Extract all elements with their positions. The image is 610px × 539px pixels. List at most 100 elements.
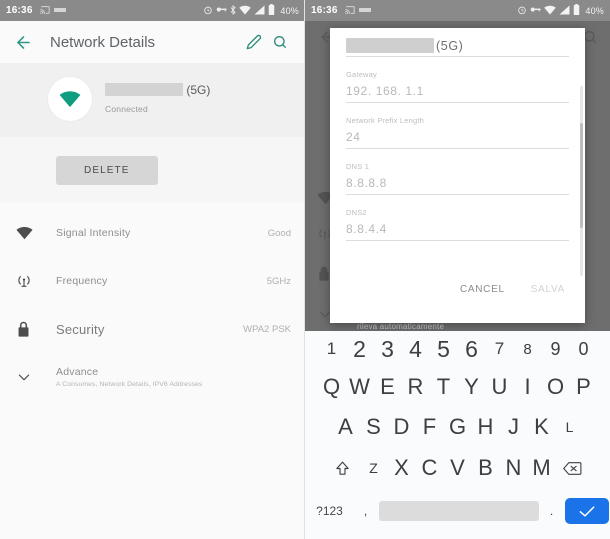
shift-icon[interactable] bbox=[326, 460, 360, 477]
page-title: Network Details bbox=[50, 33, 156, 51]
status-right-icons: 40% bbox=[517, 4, 604, 17]
row-label: Advance bbox=[56, 366, 99, 378]
key-5[interactable]: 5 bbox=[430, 336, 458, 363]
key-0[interactable]: 0 bbox=[570, 339, 598, 360]
delete-button[interactable]: DELETE bbox=[56, 155, 158, 185]
field-value[interactable]: 192. 168. 1.1 bbox=[346, 84, 569, 103]
key-6[interactable]: 6 bbox=[458, 336, 486, 363]
key-h[interactable]: H bbox=[472, 414, 500, 440]
row-label: Security bbox=[56, 321, 105, 337]
key-7[interactable]: 7 bbox=[486, 339, 514, 359]
key-3[interactable]: 3 bbox=[374, 336, 402, 363]
cancel-button[interactable]: CANCEL bbox=[450, 278, 515, 301]
row-text: Frequency bbox=[56, 275, 267, 287]
battery-icon bbox=[268, 4, 275, 17]
key-u[interactable]: U bbox=[486, 374, 514, 400]
field-label: Gateway bbox=[346, 70, 377, 79]
bluetooth-icon bbox=[230, 4, 237, 17]
space-key[interactable] bbox=[378, 501, 539, 521]
alarm-icon bbox=[517, 5, 527, 17]
field-value[interactable]: 8.8.4.4 bbox=[346, 222, 569, 241]
key-x[interactable]: X bbox=[388, 455, 416, 481]
key-2[interactable]: 2 bbox=[346, 336, 374, 363]
row-value: 5GHz bbox=[266, 275, 291, 287]
pencil-icon[interactable] bbox=[241, 29, 267, 55]
key-p[interactable]: P bbox=[570, 374, 598, 400]
key-k[interactable]: K bbox=[528, 414, 556, 440]
details-list: Signal Intensity Good Frequency 5GHz Sec… bbox=[0, 203, 305, 401]
key-z[interactable]: Z bbox=[360, 460, 388, 476]
check-icon[interactable] bbox=[564, 498, 609, 524]
key-t[interactable]: T bbox=[430, 374, 458, 400]
key-d[interactable]: D bbox=[388, 414, 416, 440]
right-phone-panel: 16:36 40% rileva automaticamente (5G) Ga… bbox=[305, 0, 610, 539]
key-r[interactable]: R bbox=[402, 374, 430, 400]
network-hero: (5G) Connected bbox=[0, 63, 305, 137]
list-item-frequency[interactable]: Frequency 5GHz bbox=[0, 257, 305, 305]
save-button[interactable]: SALVA bbox=[521, 278, 575, 301]
field-dns1[interactable]: DNS 1 8.8.8.8 bbox=[346, 162, 569, 195]
list-item-security[interactable]: Security WPA2 PSK bbox=[0, 305, 305, 353]
key-y[interactable]: Y bbox=[458, 374, 486, 400]
key-1[interactable]: 1 bbox=[318, 339, 346, 359]
list-item-advance[interactable]: Advance A Consumes, Network Details, IPV… bbox=[0, 353, 305, 401]
backspace-icon[interactable] bbox=[556, 461, 590, 476]
key-i[interactable]: I bbox=[514, 374, 542, 400]
connection-status: Connected bbox=[105, 104, 148, 114]
key-m[interactable]: M bbox=[528, 455, 556, 481]
field-network-prefix-length[interactable]: Network Prefix Length 24 bbox=[346, 116, 569, 149]
row-label: Frequency bbox=[56, 275, 108, 287]
vpn-key-icon bbox=[530, 5, 541, 16]
key-l[interactable]: L bbox=[556, 419, 584, 435]
status-bar-left: 16:36 40% bbox=[0, 0, 305, 21]
key-w[interactable]: W bbox=[346, 374, 374, 400]
field-gateway[interactable]: Gateway 192. 168. 1.1 bbox=[346, 70, 569, 103]
key-n[interactable]: N bbox=[500, 455, 528, 481]
key-f[interactable]: F bbox=[416, 414, 444, 440]
symbols-key[interactable]: ?123 bbox=[307, 504, 353, 518]
key-v[interactable]: V bbox=[444, 455, 472, 481]
chevron-down-icon[interactable] bbox=[16, 369, 44, 385]
key-j[interactable]: J bbox=[500, 414, 528, 440]
key-g[interactable]: G bbox=[444, 414, 472, 440]
keyboard-row-2: A S D F G H J K L bbox=[305, 407, 610, 447]
wifi-icon bbox=[544, 5, 557, 17]
key-c[interactable]: C bbox=[416, 455, 444, 481]
key-9[interactable]: 9 bbox=[542, 339, 570, 360]
status-bar-right: 16:36 40% bbox=[305, 0, 610, 21]
field-value[interactable]: 8.8.8.8 bbox=[346, 176, 569, 195]
key-e[interactable]: E bbox=[374, 374, 402, 400]
key-s[interactable]: S bbox=[360, 414, 388, 440]
field-label: DNS 1 bbox=[346, 162, 370, 171]
row-label: Signal Intensity bbox=[56, 227, 131, 239]
search-icon[interactable] bbox=[267, 29, 293, 55]
key-8[interactable]: 8 bbox=[514, 341, 542, 358]
back-arrow-icon[interactable] bbox=[12, 31, 34, 53]
period-key[interactable]: . bbox=[539, 504, 565, 518]
hero-wifi-icon bbox=[48, 77, 92, 121]
field-dns2[interactable]: DNS2 8.8.4.4 bbox=[346, 208, 569, 241]
status-clock: 16:36 bbox=[6, 5, 33, 16]
cast-icon bbox=[39, 5, 50, 17]
field-label: Network Prefix Length bbox=[346, 116, 424, 125]
keyboard-row-numbers: 1 2 3 4 5 6 7 8 9 0 bbox=[305, 331, 610, 367]
ghost-lock-icon bbox=[317, 266, 331, 287]
key-4[interactable]: 4 bbox=[402, 336, 430, 363]
key-o[interactable]: O bbox=[542, 374, 570, 400]
key-a[interactable]: A bbox=[332, 414, 360, 440]
field-value[interactable]: 24 bbox=[346, 130, 569, 149]
dialog-actions: CANCEL SALVA bbox=[450, 278, 575, 301]
dialog-scrollbar-thumb[interactable] bbox=[580, 123, 583, 228]
signal-icon bbox=[254, 5, 265, 17]
key-q[interactable]: Q bbox=[318, 374, 346, 400]
screenshot-root: 16:36 40% Network Details (5G) Connected… bbox=[0, 0, 610, 539]
row-text: Advance A Consumes, Network Details, IPV… bbox=[56, 366, 291, 388]
hero-text-block: (5G) Connected bbox=[105, 81, 210, 114]
key-b[interactable]: B bbox=[472, 455, 500, 481]
keyboard-row-1: Q W E R T Y U I O P bbox=[305, 367, 610, 407]
comma-key[interactable]: , bbox=[353, 504, 379, 518]
row-text: Signal Intensity bbox=[56, 227, 268, 239]
wifi-icon bbox=[239, 5, 252, 17]
wifi-signal-icon bbox=[16, 226, 44, 240]
list-item-signal-intensity[interactable]: Signal Intensity Good bbox=[0, 209, 305, 257]
